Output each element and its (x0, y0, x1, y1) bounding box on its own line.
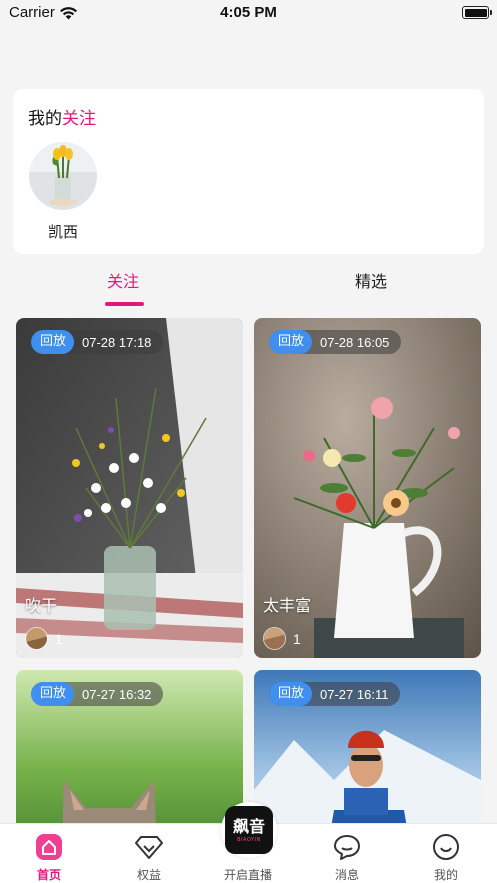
replay-time: 07-28 16:05 (320, 334, 390, 350)
home-icon (14, 832, 84, 862)
card-title: 太丰富 (263, 596, 312, 615)
replay-label: 回放 (31, 682, 75, 706)
live-replay-card[interactable]: 回放 07-28 16:05 太丰富 1 (254, 318, 481, 658)
my-follows-title: 我的关注 (28, 104, 96, 129)
viewer-avatar (25, 627, 48, 650)
app-logo-subtext: BIAOYIN (237, 836, 261, 843)
viewer-info: 1 (25, 627, 63, 650)
tab-featured[interactable]: 精选 (355, 268, 387, 292)
title-highlight: 关注 (62, 109, 96, 129)
battery-icon (462, 6, 492, 19)
live-replay-card[interactable]: 回放 07-28 17:18 吹干 1 (16, 318, 243, 658)
title-prefix: 我的 (28, 109, 62, 129)
tab-messages-label: 消息 (334, 868, 359, 882)
tab-rights-label: 权益 (136, 868, 161, 882)
tab-mine-label: 我的 (433, 868, 458, 882)
app-logo-text: 飙音 (232, 816, 265, 836)
smile-face-icon (411, 832, 481, 862)
replay-badge: 回放 07-28 17:18 (31, 330, 164, 354)
viewer-count: 1 (293, 630, 301, 647)
feed-tabs: 关注 精选 (0, 262, 497, 308)
card-title: 吹干 (25, 596, 58, 615)
chat-bubble-icon (312, 832, 382, 862)
followed-user[interactable]: 凯西 (29, 142, 97, 242)
tab-messages[interactable]: 消息 (312, 832, 382, 883)
replay-label: 回放 (31, 330, 75, 354)
replay-badge: 回放 07-27 16:11 (269, 682, 401, 706)
replay-time: 07-28 17:18 (82, 334, 152, 350)
replay-time: 07-27 16:11 (320, 686, 389, 702)
tab-rights[interactable]: 权益 (114, 832, 184, 883)
app-logo: 飙音 BIAOYIN (225, 806, 273, 854)
viewer-info: 1 (263, 627, 301, 650)
viewer-count: 1 (55, 630, 63, 647)
my-follows-card: 我的关注 凯西 (13, 89, 484, 254)
status-bar: Carrier 4:05 PM (0, 0, 497, 26)
viewer-avatar (263, 627, 286, 650)
user-avatar[interactable] (29, 142, 97, 210)
status-time: 4:05 PM (220, 4, 277, 21)
replay-time: 07-27 16:32 (82, 686, 152, 702)
replay-label: 回放 (269, 682, 313, 706)
tab-mine[interactable]: 我的 (411, 832, 481, 883)
replay-label: 回放 (269, 330, 313, 354)
followed-user-name: 凯西 (47, 223, 78, 241)
tab-follow[interactable]: 关注 (107, 268, 139, 292)
replay-badge: 回放 07-27 16:32 (31, 682, 164, 706)
tab-home[interactable]: 首页 (14, 832, 84, 883)
diamond-icon (114, 832, 184, 862)
start-live-button[interactable]: 飙音 BIAOYIN (221, 802, 277, 858)
replay-badge: 回放 07-28 16:05 (269, 330, 402, 354)
tab-active-indicator (105, 302, 144, 306)
tab-home-label: 首页 (36, 868, 61, 882)
start-live-label[interactable]: 开启直播 (213, 866, 283, 883)
